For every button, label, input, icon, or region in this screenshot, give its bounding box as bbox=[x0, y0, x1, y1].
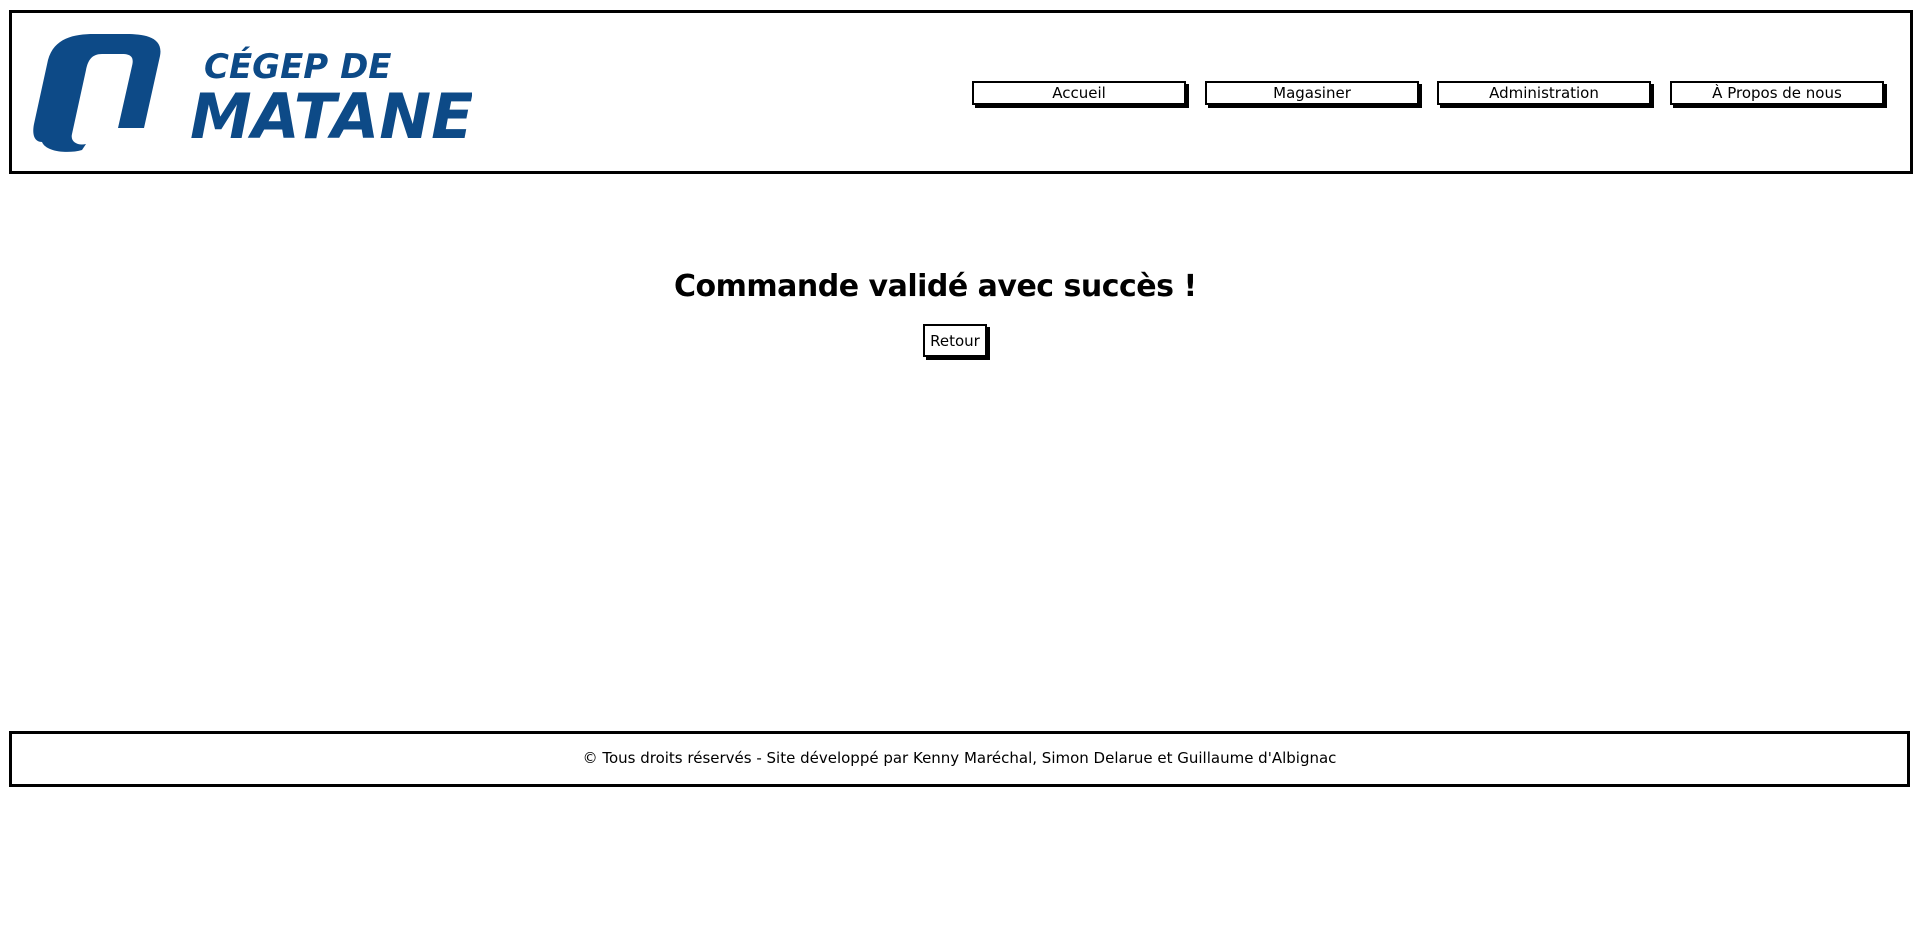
back-button[interactable]: Retour bbox=[923, 324, 987, 357]
cegep-matane-logo[interactable]: CÉGEP DE MATANE bbox=[32, 30, 472, 155]
nav-a-propos-button[interactable]: À Propos de nous bbox=[1670, 81, 1884, 105]
nav-administration-button[interactable]: Administration bbox=[1437, 81, 1651, 105]
site-footer: © Tous droits réservés - Site développé … bbox=[9, 731, 1910, 787]
brand-line2: MATANE bbox=[190, 80, 472, 153]
site-header: CÉGEP DE MATANE Accueil Magasiner Admini… bbox=[9, 10, 1913, 174]
page-title: Commande validé avec succès ! bbox=[674, 269, 1197, 304]
footer-copyright: © Tous droits réservés - Site développé … bbox=[582, 749, 1337, 767]
nav-magasiner-button[interactable]: Magasiner bbox=[1205, 81, 1419, 105]
arch-logo-icon bbox=[33, 34, 161, 152]
nav-accueil-button[interactable]: Accueil bbox=[972, 81, 1186, 105]
